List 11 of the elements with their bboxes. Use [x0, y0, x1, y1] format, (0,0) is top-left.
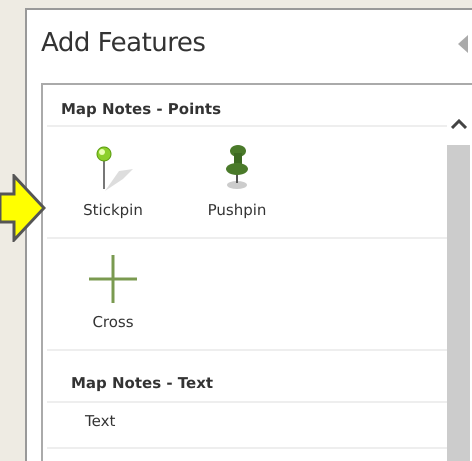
- scroll-up-icon[interactable]: [451, 119, 467, 129]
- section-header: Map Notes - Text: [71, 374, 214, 392]
- collapse-icon[interactable]: [458, 34, 468, 52]
- panel-title: Add Features: [41, 27, 206, 60]
- feature-template[interactable]: Pushpin: [185, 138, 289, 221]
- section-header: Map Notes - Points: [61, 100, 222, 118]
- feature-template[interactable]: Text: [85, 410, 116, 432]
- cross-icon: [87, 252, 139, 304]
- feature-template[interactable]: Stickpin: [61, 138, 165, 221]
- pointer-arrow-icon: [0, 174, 46, 242]
- feature-template[interactable]: Cross: [61, 250, 165, 333]
